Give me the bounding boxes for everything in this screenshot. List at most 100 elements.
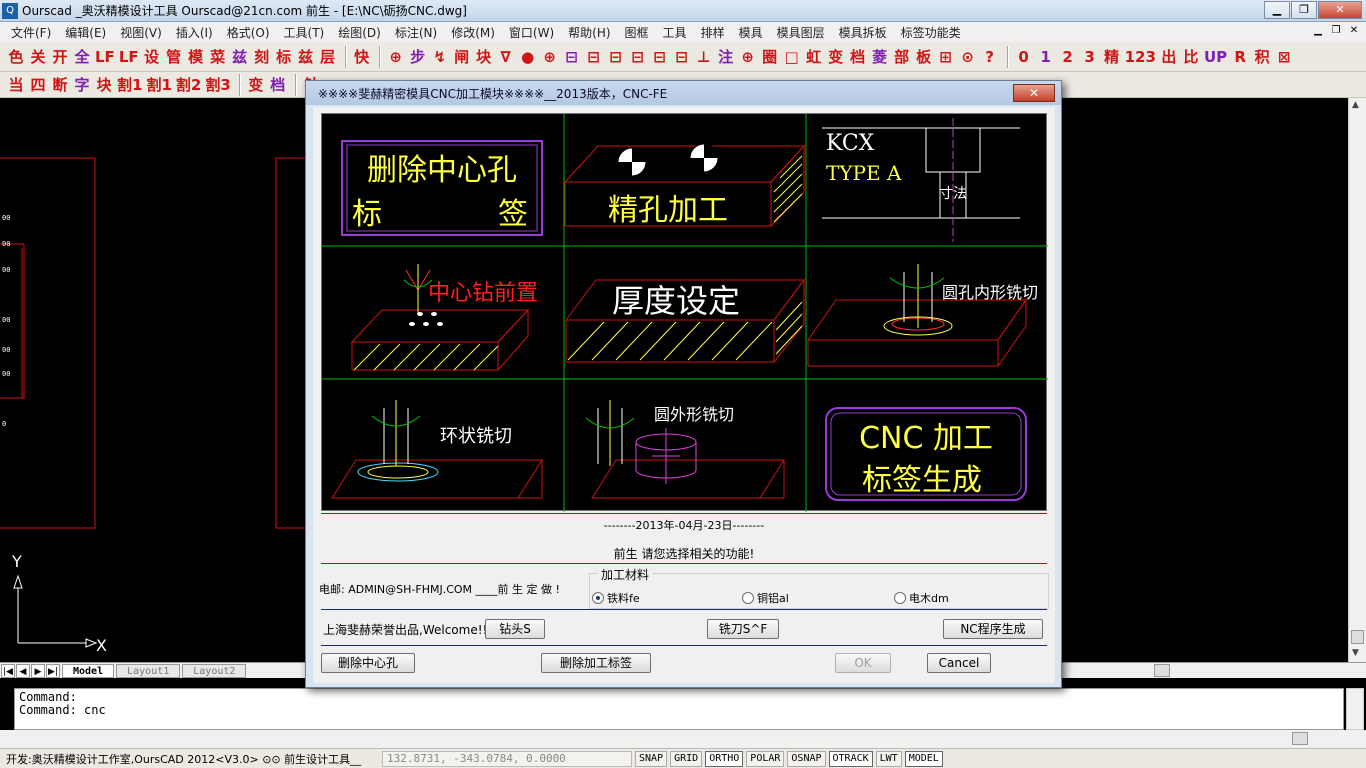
tab-layout1[interactable]: Layout1: [116, 663, 181, 678]
toolbar-button[interactable]: ⊟: [606, 46, 626, 68]
toolbar-button[interactable]: 设: [142, 46, 162, 68]
status-toggle-ortho[interactable]: ORTHO: [705, 750, 744, 767]
radio-bakelite-dot[interactable]: [894, 592, 906, 604]
menu-item[interactable]: 编辑(E): [58, 24, 113, 41]
menu-item[interactable]: 标签功能类: [894, 24, 968, 41]
toolbar-button[interactable]: ●: [518, 46, 538, 68]
next-tab-icon[interactable]: ▶: [31, 663, 45, 678]
toolbar-button[interactable]: 字: [72, 74, 92, 96]
toolbar-button[interactable]: 块: [94, 74, 114, 96]
panel-cnc-label-generate[interactable]: CNC 加工 标签生成: [825, 407, 1027, 501]
radio-copper-aluminum[interactable]: 铜铝al: [742, 590, 789, 606]
minimize-button[interactable]: ▁: [1264, 1, 1290, 19]
toolbar-button[interactable]: 模: [186, 46, 206, 68]
toolbar-button[interactable]: 出: [1159, 46, 1179, 68]
nc-generate-button[interactable]: NC程序生成: [943, 619, 1043, 639]
toolbar-button[interactable]: ⊕: [540, 46, 560, 68]
menu-item[interactable]: 格式(O): [220, 24, 277, 41]
toolbar-button[interactable]: 标: [274, 46, 294, 68]
mdi-restore-icon[interactable]: ❐: [1328, 23, 1344, 39]
toolbar-button[interactable]: 割1: [145, 74, 172, 96]
mill-button[interactable]: 铣刀S^F: [707, 619, 779, 639]
toolbar-button[interactable]: 开: [50, 46, 70, 68]
status-toggle-lwt[interactable]: LWT: [875, 750, 902, 767]
cancel-button[interactable]: Cancel: [927, 653, 991, 673]
toolbar-button[interactable]: 断: [50, 74, 70, 96]
toolbar-button[interactable]: LF: [118, 46, 140, 68]
command-history[interactable]: Command: Command: cnc: [14, 688, 1344, 730]
menu-item[interactable]: 模具拆板: [832, 24, 894, 41]
toolbar-button[interactable]: 档: [268, 74, 288, 96]
toolbar-button[interactable]: ⊟: [584, 46, 604, 68]
command-scroll-thumb[interactable]: [1292, 732, 1308, 745]
menu-item[interactable]: 标注(N): [388, 24, 444, 41]
status-toggle-grid[interactable]: GRID: [670, 750, 703, 767]
delete-label-button[interactable]: 删除加工标签: [541, 653, 651, 673]
menu-item[interactable]: 工具: [656, 24, 694, 41]
menu-item[interactable]: 视图(V): [113, 24, 169, 41]
panel-center-drill[interactable]: 中心钻前置: [350, 264, 538, 372]
toolbar-button[interactable]: 兹: [296, 46, 316, 68]
toolbar-button[interactable]: 割1: [116, 74, 143, 96]
scroll-down-icon[interactable]: ▼: [1352, 648, 1359, 658]
toolbar-button[interactable]: ⊟: [672, 46, 692, 68]
toolbar-button[interactable]: 当: [6, 74, 26, 96]
radio-bakelite[interactable]: 电木dm: [894, 590, 949, 606]
menu-item[interactable]: 文件(F): [4, 24, 58, 41]
toolbar-button[interactable]: ⊕: [738, 46, 758, 68]
toolbar-button[interactable]: ⊟: [650, 46, 670, 68]
toolbar-button[interactable]: 圈: [760, 46, 780, 68]
status-toggle-osnap[interactable]: OSNAP: [787, 750, 826, 767]
menu-item[interactable]: 插入(I): [169, 24, 220, 41]
command-scrollbar[interactable]: [1346, 688, 1364, 730]
toolbar-button[interactable]: 兹: [230, 46, 250, 68]
toolbar-button[interactable]: 步: [408, 46, 428, 68]
panel-round-inner-mill[interactable]: 圆孔内形铣切: [807, 264, 1038, 368]
panel-ring-mill[interactable]: 环状铣切: [331, 400, 543, 499]
vertical-scrollbar[interactable]: ▲ ▼: [1348, 98, 1366, 662]
status-toggle-model[interactable]: MODEL: [904, 750, 943, 767]
toolbar-button[interactable]: 比: [1181, 46, 1201, 68]
toolbar-button[interactable]: 部: [892, 46, 912, 68]
toolbar-button[interactable]: ⊙: [958, 46, 978, 68]
mdi-minimize-icon[interactable]: ▁: [1310, 23, 1326, 39]
toolbar-button[interactable]: 档: [848, 46, 868, 68]
menu-item[interactable]: 图框: [618, 24, 656, 41]
radio-copper-dot[interactable]: [742, 592, 754, 604]
toolbar-button[interactable]: ⊠: [1274, 46, 1294, 68]
toolbar-button[interactable]: ↯: [430, 46, 450, 68]
panel-thickness-setting[interactable]: 厚度设定: [565, 278, 805, 364]
toolbar-button[interactable]: 3: [1080, 46, 1100, 68]
toolbar-button[interactable]: 块: [474, 46, 494, 68]
toolbar-button[interactable]: LF: [94, 46, 116, 68]
menu-item[interactable]: 帮助(H): [561, 24, 617, 41]
toolbar-button[interactable]: 色: [6, 46, 26, 68]
status-toggle-snap[interactable]: SNAP: [635, 750, 668, 767]
horizontal-scroll-thumb[interactable]: [1154, 664, 1170, 677]
panel-delete-center-hole[interactable]: 删除中心孔 标 签: [341, 140, 543, 236]
scroll-up-icon[interactable]: ▲: [1352, 100, 1359, 110]
toolbar-button[interactable]: 菜: [208, 46, 228, 68]
toolbar-button[interactable]: 全: [72, 46, 92, 68]
toolbar-button[interactable]: 菱: [870, 46, 890, 68]
status-toggle-polar[interactable]: POLAR: [746, 750, 785, 767]
toolbar-button[interactable]: ⊟: [628, 46, 648, 68]
menu-item[interactable]: 修改(M): [444, 24, 502, 41]
menu-item[interactable]: 模具: [732, 24, 770, 41]
close-button[interactable]: ✕: [1318, 1, 1362, 19]
toolbar-button[interactable]: 积: [1252, 46, 1272, 68]
toolbar-button[interactable]: 闸: [452, 46, 472, 68]
toolbar-button[interactable]: ∇: [496, 46, 516, 68]
toolbar-button[interactable]: ⊞: [936, 46, 956, 68]
maximize-button[interactable]: ❐: [1291, 1, 1317, 19]
mdi-close-icon[interactable]: ✕: [1346, 23, 1362, 39]
toolbar-button[interactable]: 割3: [204, 74, 231, 96]
radio-iron-dot[interactable]: [592, 592, 604, 604]
last-tab-icon[interactable]: ▶|: [46, 663, 60, 678]
toolbar-button[interactable]: 0: [1014, 46, 1034, 68]
toolbar-button[interactable]: 割2: [175, 74, 202, 96]
toolbar-button[interactable]: 管: [164, 46, 184, 68]
drill-button[interactable]: 钻头S: [485, 619, 545, 639]
ok-button[interactable]: OK: [835, 653, 891, 673]
toolbar-button[interactable]: 2: [1058, 46, 1078, 68]
